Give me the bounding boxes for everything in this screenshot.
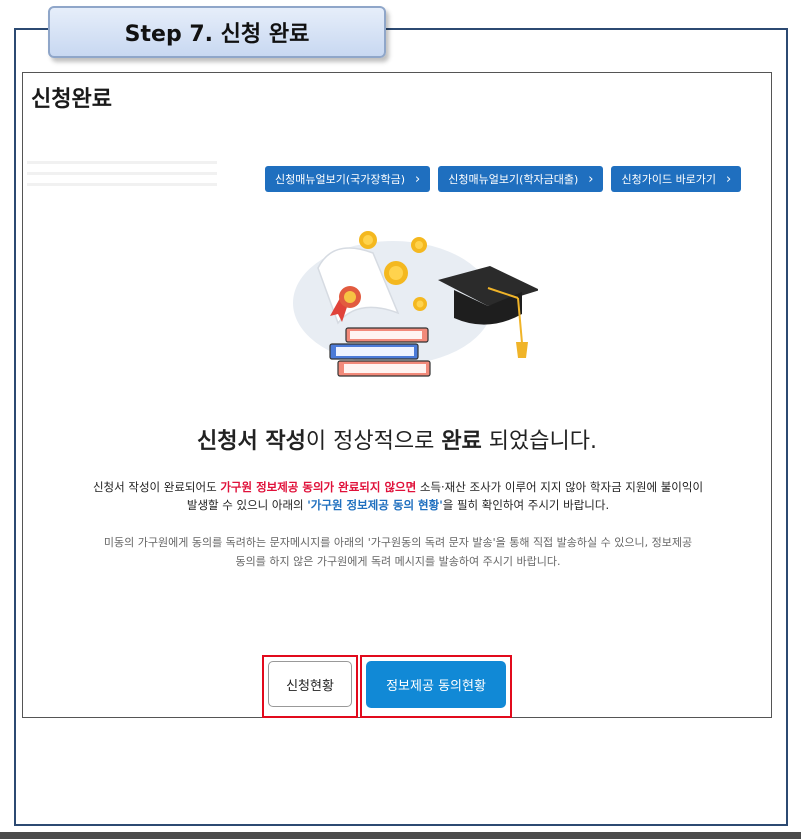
- sub-line-2: 동의를 하지 않은 가구원에게 독려 메시지를 발송하여 주시기 바랍니다.: [235, 555, 561, 568]
- headline-text-1: 이 정상적으로: [305, 429, 442, 454]
- notice-part-4: 을 필히 확인하여 주시기 바랍니다.: [442, 498, 610, 512]
- consent-button-highlight: 정보제공 동의현황: [360, 655, 512, 718]
- chevron-right-icon: ›: [588, 171, 594, 187]
- page-title: 신청완료: [31, 87, 112, 112]
- manual-scholarship-button[interactable]: 신청매뉴얼보기(국가장학금) ›: [265, 166, 431, 192]
- notice-part-3: 발생할 수 있으니 아래의: [186, 498, 308, 512]
- consent-status-label: 정보제공 동의현황: [386, 679, 486, 694]
- step-tab: Step 7. 신청 완료: [48, 6, 386, 58]
- chevron-right-icon: ›: [415, 171, 421, 187]
- headline-text-2: 되었습니다.: [481, 429, 597, 454]
- bottom-bar: [0, 832, 801, 839]
- application-guide-label: 신청가이드 바로가기: [621, 173, 717, 186]
- notice-part-2: 소득·재산 조사가 이루어 지지 않아 학자금 지원에 불이익이: [416, 480, 704, 494]
- faded-placeholder: [27, 153, 217, 193]
- notice-part-1: 신청서 작성이 완료되어도: [92, 480, 221, 494]
- step-label: Step 7. 신청 완료: [124, 22, 310, 47]
- headline-bold-application: 신청서 작성: [197, 429, 306, 454]
- application-guide-button[interactable]: 신청가이드 바로가기 ›: [611, 166, 742, 192]
- consent-warning-notice: 신청서 작성이 완료되어도 가구원 정보제공 동의가 완료되지 않으면 소득·재…: [53, 478, 743, 514]
- consent-status-button[interactable]: 정보제공 동의현황: [366, 661, 506, 708]
- application-status-button[interactable]: 신청현황: [268, 661, 352, 707]
- status-button-highlight: 신청현황: [262, 655, 358, 718]
- notice-red-highlight: 가구원 정보제공 동의가 완료되지 않으면: [220, 480, 417, 494]
- headline-bold-complete: 완료: [441, 429, 482, 454]
- sub-line-1: 미동의 가구원에게 동의를 독려하는 문자메시지를 아래의 '가구원동의 독려 …: [103, 536, 693, 549]
- manual-button-group: 신청매뉴얼보기(국가장학금) › 신청매뉴얼보기(학자금대출) › 신청가이드 …: [265, 166, 742, 192]
- graduation-illustration: [293, 231, 538, 377]
- reminder-sms-notice: 미동의 가구원에게 동의를 독려하는 문자메시지를 아래의 '가구원동의 독려 …: [53, 533, 743, 571]
- application-status-label: 신청현황: [286, 678, 334, 694]
- chevron-right-icon: ›: [726, 171, 732, 187]
- manual-loan-button[interactable]: 신청매뉴얼보기(학자금대출) ›: [438, 166, 604, 192]
- manual-loan-label: 신청매뉴얼보기(학자금대출): [448, 173, 579, 186]
- manual-scholarship-label: 신청매뉴얼보기(국가장학금): [275, 173, 406, 186]
- application-complete-panel: 신청완료 신청매뉴얼보기(국가장학금) › 신청매뉴얼보기(학자금대출) › 신…: [22, 72, 772, 718]
- completion-headline: 신청서 작성이 정상적으로 완료 되었습니다.: [23, 423, 771, 455]
- notice-blue-highlight: '가구원 정보제공 동의 현황': [307, 498, 443, 512]
